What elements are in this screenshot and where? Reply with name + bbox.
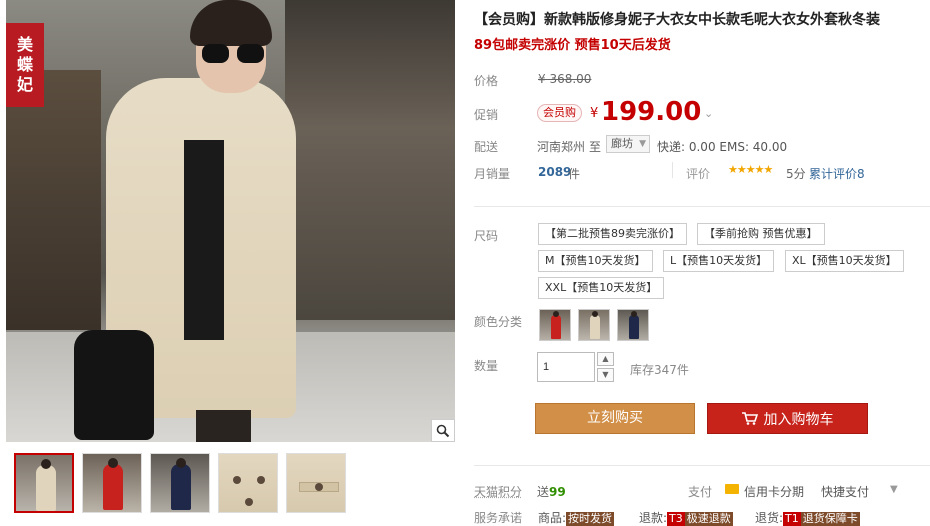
destination-city-value: 廊坊 [611, 137, 633, 150]
thumbnail-figure [171, 464, 191, 510]
size-option[interactable]: 【第二批预售89卖完涨价】 [538, 223, 687, 245]
review-count-link[interactable]: 累计评价8 [809, 165, 865, 182]
thumbnail-1[interactable] [14, 453, 74, 513]
cart-icon [741, 412, 758, 425]
credit-card-installment[interactable]: 信用卡分期 [744, 483, 804, 500]
model-hair [190, 0, 272, 46]
quantity-decrease-button[interactable]: ▼ [597, 368, 614, 382]
sunglasses [202, 44, 264, 64]
thumbnail-head [176, 458, 186, 468]
thumbnail-2[interactable] [82, 453, 142, 513]
ship-from: 河南郑州 [537, 140, 586, 154]
coat-button-detail [315, 483, 323, 491]
points-label[interactable]: 天猫积分 [474, 483, 522, 500]
promo-label: 促销 [474, 108, 499, 122]
thumbnail-3[interactable] [150, 453, 210, 513]
swatch-head [553, 311, 559, 317]
black-handbag [74, 330, 154, 440]
promo-price: 199.00 [601, 97, 702, 127]
product-subtitle: 89包邮卖完涨价 预售10天后发货 [474, 38, 671, 53]
price-label: 价格 [474, 74, 499, 88]
color-swatch-beige[interactable] [578, 309, 610, 341]
service-refund: 退款: T3 极速退款 [639, 509, 733, 526]
points-prefix: 送 [537, 485, 550, 499]
member-badge: 会员购 [537, 104, 582, 122]
buy-now-button[interactable]: 立刻购买 [535, 403, 695, 434]
magnifier-icon [436, 424, 450, 437]
ship-to-word: 至 [589, 140, 602, 154]
size-label: 尺码 [474, 229, 499, 243]
color-swatch-navy[interactable] [617, 309, 649, 341]
points-number: 99 [549, 485, 566, 499]
quick-pay[interactable]: 快捷支付 [821, 483, 869, 500]
shipping-fee: 快递: 0.00 EMS: 40.00 [657, 140, 788, 154]
swatch-figure [551, 315, 561, 339]
divider [672, 162, 673, 178]
thumbnail-strip [14, 453, 346, 513]
shop-window-background [285, 0, 455, 320]
black-dress [184, 140, 224, 340]
size-option[interactable]: M【预售10天发货】 [538, 250, 653, 272]
zoom-button[interactable] [431, 419, 455, 442]
chevron-down-icon: ▼ [639, 139, 646, 149]
monthly-sales-unit: 件 [568, 167, 581, 181]
service-refund-prefix: 退款: [639, 511, 668, 525]
storefront-background [6, 70, 101, 330]
shipping-label: 配送 [474, 140, 499, 154]
brand-logo-text: 美蝶妃 [16, 35, 33, 94]
points-value: 送99 [537, 483, 566, 500]
monthly-sales-count: 2089 [538, 165, 572, 179]
payment-label: 支付 [688, 485, 713, 499]
thumbnail-figure [36, 465, 56, 511]
size-option[interactable]: 【季前抢购 预售优惠】 [697, 223, 825, 245]
currency-symbol: ¥ [590, 106, 599, 121]
thumbnail-head [108, 458, 118, 468]
service-goods: 商品: 按时发货 [538, 509, 615, 526]
add-to-cart-label: 加入购物车 [763, 411, 834, 428]
chevron-down-icon[interactable]: ⌄ [704, 107, 713, 120]
thumbnail-figure [103, 464, 123, 510]
add-to-cart-button[interactable]: 加入购物车 [707, 403, 868, 434]
rating-stars-icon: ★★★★★ [728, 163, 773, 176]
service-label: 服务承诺 [474, 511, 523, 525]
product-title: 【会员购】新款韩版修身妮子大衣女中长款毛呢大衣女外套秋冬装 [474, 12, 880, 28]
stock-count: 库存347件 [630, 363, 689, 377]
service-return: 退货: T1 退货保障卡 [755, 509, 860, 526]
size-option[interactable]: XXL【预售10天发货】 [538, 277, 665, 299]
chevron-down-icon[interactable]: ▼ [890, 484, 898, 495]
divider [474, 206, 930, 207]
thumbnail-5[interactable] [286, 453, 346, 513]
credit-card-icon [725, 484, 739, 494]
divider [474, 465, 930, 466]
coat-button-detail [245, 498, 253, 506]
swatch-figure [590, 315, 600, 339]
quantity-label: 数量 [474, 359, 499, 373]
coat-button-detail [233, 476, 241, 484]
thumbnail-4[interactable] [218, 453, 278, 513]
swatch-figure [629, 315, 639, 339]
original-price: ¥ 368.00 [538, 72, 592, 86]
quantity-input[interactable] [537, 352, 595, 382]
size-option[interactable]: XL【预售10天发货】 [785, 250, 904, 272]
rating-score: 5分 [786, 167, 806, 181]
rating-label: 评价 [686, 167, 711, 181]
main-product-image [6, 0, 455, 442]
color-label: 颜色分类 [474, 315, 523, 329]
monthly-sales-label: 月销量 [474, 167, 511, 181]
thumbnail-head [41, 459, 51, 469]
brand-logo: 美蝶妃 [6, 23, 44, 107]
coat-button-detail [257, 476, 265, 484]
swatch-head [631, 311, 637, 317]
service-goods-prefix: 商品: [538, 511, 567, 525]
color-swatch-red[interactable] [539, 309, 571, 341]
size-option[interactable]: L【预售10天发货】 [663, 250, 775, 272]
model-legs [196, 410, 251, 442]
service-return-prefix: 退货: [755, 511, 784, 525]
destination-city-select[interactable]: 廊坊 ▼ [606, 135, 650, 153]
swatch-head [592, 311, 598, 317]
quantity-increase-button[interactable]: ▲ [597, 352, 614, 366]
